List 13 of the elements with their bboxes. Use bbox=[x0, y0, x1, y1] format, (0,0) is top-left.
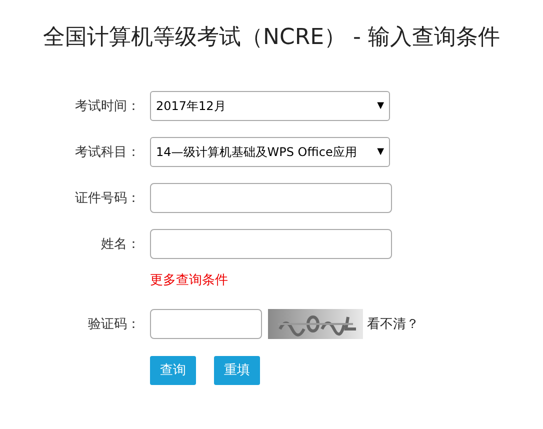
input-field[interactable] bbox=[150, 183, 392, 213]
field-label: 验证码： bbox=[87, 316, 141, 333]
dropdown-field[interactable]: 2017年12月 ▼ bbox=[150, 91, 390, 121]
field-label: 考试科目： bbox=[74, 144, 141, 161]
page-title: 全国计算机等级考试（NCRE） - 输入查询条件 bbox=[42, 24, 501, 52]
dropdown-field[interactable]: 14—级计算机基础及WPS Office应用 ▼ bbox=[150, 137, 390, 167]
field-label: 姓名： bbox=[100, 236, 141, 253]
field-label: 证件号码： bbox=[74, 190, 141, 207]
refresh-captcha-link[interactable]: 看不清？ bbox=[367, 315, 419, 333]
captcha-field[interactable] bbox=[150, 309, 262, 339]
field-label: 考试时间： bbox=[74, 98, 141, 115]
more-options-link[interactable]: 更多查询条件 bbox=[150, 271, 228, 289]
input-field[interactable] bbox=[150, 229, 392, 259]
